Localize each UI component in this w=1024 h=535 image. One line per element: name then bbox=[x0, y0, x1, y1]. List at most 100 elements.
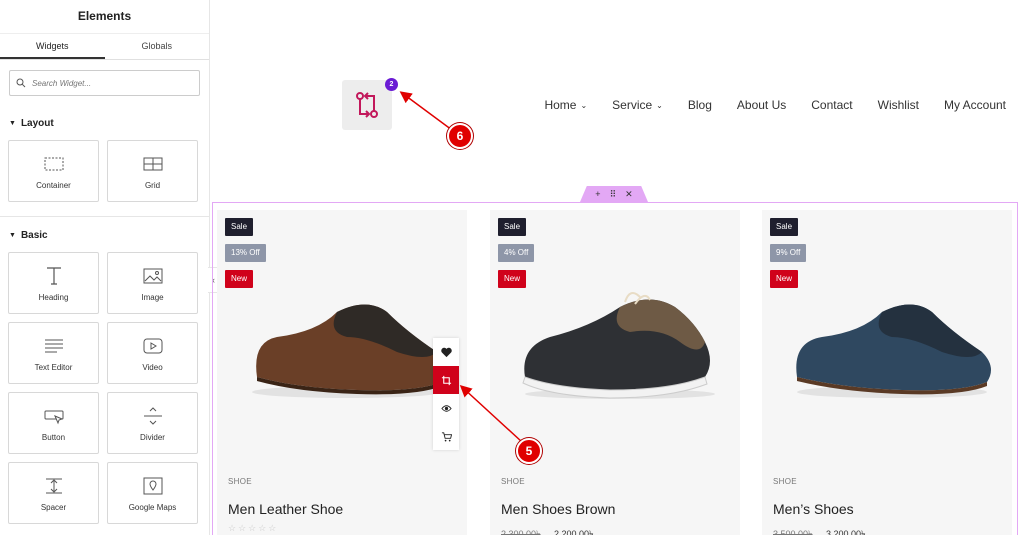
add-icon[interactable]: + bbox=[595, 189, 600, 199]
nav-label: Wishlist bbox=[877, 98, 919, 112]
nav-label: Home bbox=[544, 98, 577, 112]
sale-badge: Sale bbox=[770, 218, 799, 236]
product-category: SHOE bbox=[228, 477, 252, 486]
nav-my-account[interactable]: My Account bbox=[944, 98, 1006, 112]
product-card[interactable]: Sale 13% Off New SHOE Men Leather Shoe ☆… bbox=[217, 210, 467, 535]
heart-icon bbox=[440, 347, 452, 357]
widget-button[interactable]: Button bbox=[8, 392, 99, 454]
widget-label: Grid bbox=[144, 181, 161, 190]
rating-stars: ☆☆☆☆☆ bbox=[228, 523, 279, 533]
video-icon bbox=[143, 338, 162, 354]
widget-label: Heading bbox=[38, 293, 69, 302]
widget-label: Text Editor bbox=[34, 363, 73, 372]
section-handle[interactable]: + ⠿ ✕ bbox=[580, 186, 648, 202]
nav-label: Contact bbox=[811, 98, 853, 112]
sale-badge: Sale bbox=[225, 218, 254, 236]
search-icon bbox=[16, 78, 26, 88]
price-original: 3,500.00৳ bbox=[773, 529, 813, 535]
chevron-down-icon: ⌄ bbox=[656, 100, 663, 110]
widget-grid[interactable]: Grid bbox=[107, 140, 198, 202]
compare-count-badge: 2 bbox=[385, 78, 398, 91]
search-box[interactable] bbox=[9, 70, 200, 96]
widget-spacer[interactable]: Spacer bbox=[8, 462, 99, 524]
annotation-marker: 6 bbox=[447, 123, 473, 149]
widget-label: Divider bbox=[140, 433, 165, 442]
widget-divider[interactable]: Divider bbox=[107, 392, 198, 454]
sale-badge: Sale bbox=[498, 218, 527, 236]
divider-icon bbox=[143, 407, 162, 425]
widget-label: Spacer bbox=[40, 503, 67, 512]
price-original: 2,300.00৳ bbox=[501, 529, 541, 535]
eye-icon bbox=[440, 404, 452, 412]
nav-contact[interactable]: Contact bbox=[811, 98, 852, 112]
quick-view-button[interactable] bbox=[433, 394, 459, 422]
widget-video[interactable]: Video bbox=[107, 322, 198, 384]
tab-widgets[interactable]: Widgets bbox=[0, 34, 105, 59]
product-name[interactable]: Men Leather Shoe bbox=[228, 501, 343, 517]
nav-label: My Account bbox=[943, 98, 1006, 112]
nav-service[interactable]: Service ⌄ bbox=[612, 98, 663, 112]
panel-tabs: Widgets Globals bbox=[0, 33, 209, 60]
compare-button[interactable] bbox=[433, 366, 459, 394]
nav-home[interactable]: Home ⌄ bbox=[544, 98, 587, 112]
chevron-down-icon: ⌄ bbox=[580, 100, 588, 110]
cart-icon bbox=[441, 431, 452, 441]
nav-wishlist[interactable]: Wishlist bbox=[878, 98, 919, 112]
caret-down-icon: ▼ bbox=[9, 231, 16, 239]
search-input[interactable] bbox=[32, 78, 192, 88]
text-editor-icon bbox=[44, 339, 63, 353]
widget-heading[interactable]: Heading bbox=[8, 252, 99, 314]
map-icon bbox=[143, 477, 162, 495]
add-to-cart-button[interactable] bbox=[433, 422, 459, 450]
elements-panel: Elements Widgets Globals ▼ Layout Contai… bbox=[0, 0, 210, 535]
product-name[interactable]: Men Shoes Brown bbox=[501, 501, 615, 517]
nav-blog[interactable]: Blog bbox=[688, 98, 712, 112]
divider bbox=[0, 216, 209, 217]
nav-label: Blog bbox=[687, 98, 712, 112]
widget-google-maps[interactable]: Google Maps bbox=[107, 462, 198, 524]
annotation-marker: 5 bbox=[516, 438, 542, 464]
discount-badge: 9% Off bbox=[770, 244, 807, 262]
layout-widgets: Container Grid bbox=[0, 140, 209, 202]
tab-globals[interactable]: Globals bbox=[105, 34, 210, 59]
close-icon[interactable]: ✕ bbox=[625, 189, 633, 200]
button-icon bbox=[44, 410, 63, 425]
widget-image[interactable]: Image bbox=[107, 252, 198, 314]
price-sale: 2,200.00৳ bbox=[554, 529, 594, 535]
nav-label: Service bbox=[612, 98, 653, 112]
discount-badge: 13% Off bbox=[225, 244, 266, 262]
spacer-icon bbox=[45, 478, 62, 494]
widget-label: Image bbox=[141, 293, 164, 302]
widget-label: Button bbox=[41, 433, 66, 442]
discount-badge: 4% Off bbox=[498, 244, 535, 262]
shoe-image[interactable] bbox=[510, 282, 720, 402]
compare-logo[interactable] bbox=[342, 80, 392, 130]
app: Elements Widgets Globals ▼ Layout Contai… bbox=[0, 0, 1024, 535]
product-category: SHOE bbox=[501, 477, 525, 486]
drag-handle-icon[interactable]: ⠿ bbox=[610, 189, 617, 200]
price-sale: 3,200.00৳ bbox=[826, 529, 866, 535]
category-basic[interactable]: ▼ Basic bbox=[0, 228, 209, 242]
product-category: SHOE bbox=[773, 477, 797, 486]
product-name[interactable]: Men’s Shoes bbox=[773, 501, 854, 517]
image-icon bbox=[143, 268, 162, 284]
category-label: Basic bbox=[20, 229, 48, 241]
widget-label: Google Maps bbox=[128, 503, 177, 512]
heading-icon bbox=[46, 267, 61, 285]
widget-container[interactable]: Container bbox=[8, 140, 99, 202]
nav-about-us[interactable]: About Us bbox=[737, 98, 786, 112]
shoe-image[interactable] bbox=[782, 282, 992, 402]
widget-text-editor[interactable]: Text Editor bbox=[8, 322, 99, 384]
product-card[interactable]: Sale 4% Off New SHOE Men Shoes Brown 2,3… bbox=[490, 210, 740, 535]
product-card[interactable]: Sale 9% Off New SHOE Men’s Shoes 3,500.0… bbox=[762, 210, 1012, 535]
wishlist-button[interactable] bbox=[433, 338, 459, 366]
main-nav: Home ⌄ Service ⌄ Blog About Us Contact Wis… bbox=[519, 98, 1006, 112]
compare-icon bbox=[356, 92, 378, 118]
caret-down-icon: ▼ bbox=[9, 119, 16, 127]
shoe-image[interactable] bbox=[237, 282, 447, 402]
container-icon bbox=[44, 157, 63, 171]
widget-label: Video bbox=[142, 363, 163, 372]
nav-label: About Us bbox=[736, 98, 787, 112]
basic-widgets: Heading Image Text Editor Video Button D… bbox=[0, 252, 209, 524]
category-layout[interactable]: ▼ Layout bbox=[0, 116, 209, 130]
